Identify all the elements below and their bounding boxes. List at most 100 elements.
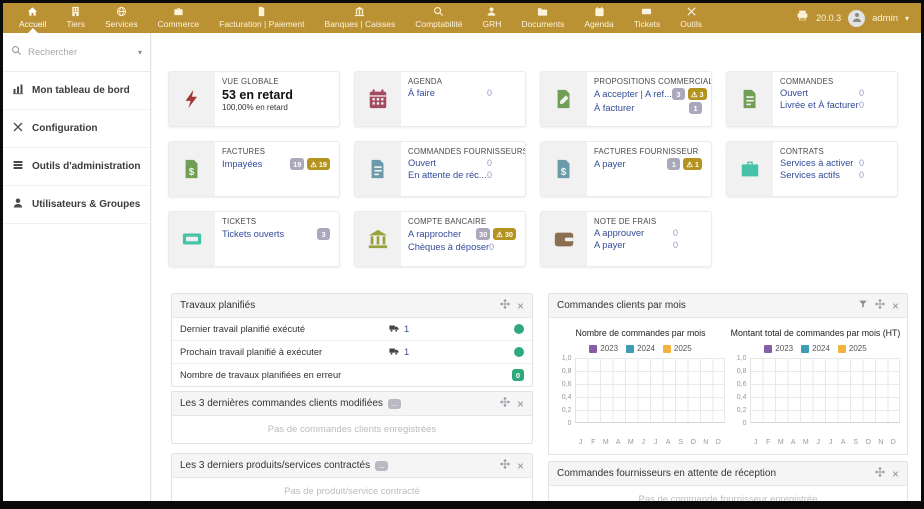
legend-swatch [838, 345, 846, 353]
menu-tab-comptabilit-[interactable]: Comptabilité [405, 3, 472, 33]
stat-link[interactable]: Tickets ouverts [222, 229, 284, 239]
stat-box-propositions-commercial-[interactable]: PROPOSITIONS COMMERCIAL...A accepter | A… [540, 71, 712, 127]
warning-badge: ⚠ 3 [688, 88, 707, 100]
stat-box-commandes[interactable]: COMMANDESOuvert0Livrée et À facturer0 [726, 71, 898, 127]
menu-tab-tickets[interactable]: Tickets [624, 3, 671, 33]
move-icon[interactable] [500, 299, 510, 312]
stat-box-contrats[interactable]: CONTRATS Services à activer 0 Services acti… [726, 141, 898, 197]
move-icon[interactable] [875, 467, 885, 480]
cronjob-count: 1 [388, 323, 506, 335]
stat-box-vue-globale[interactable]: VUE GLOBALE53 en retard100,00% en retard [168, 71, 340, 127]
stat-value: 0 [489, 242, 494, 252]
stat-link[interactable]: A accepter | A ref... [594, 89, 672, 99]
sidebar-item-mon-tableau-de-bord[interactable]: Mon tableau de bord [3, 72, 150, 110]
sidebar-item-utilisateurs-groupes[interactable]: Utilisateurs & Groupes [3, 186, 150, 224]
menu-tab-services[interactable]: Services [95, 3, 148, 33]
stat-box-line: En attente de réc...0 [408, 170, 518, 180]
filter-icon[interactable] [858, 299, 868, 312]
search-icon [11, 43, 22, 61]
legend-item[interactable]: 2024 [626, 344, 655, 353]
menu-tab-accueil[interactable]: Accueil [9, 3, 56, 33]
stat-box-factures-fournisseur[interactable]: $FACTURES FOURNISSEURA payer1⚠ 1 [540, 141, 712, 197]
cronjob-count-link[interactable]: 1 [404, 324, 409, 334]
file-pen-icon [541, 72, 587, 126]
menu-tab-outils[interactable]: Outils [670, 3, 712, 33]
stat-value: 0 [487, 170, 492, 180]
y-tick: 0,2 [557, 410, 575, 423]
close-icon[interactable]: × [517, 461, 524, 471]
x-tick: M [600, 436, 613, 446]
ellipsis-badge[interactable]: ... [388, 399, 401, 409]
search-caret-icon[interactable]: ▾ [138, 48, 142, 57]
stat-link[interactable]: A payer [594, 240, 626, 250]
stat-link[interactable]: Chèques à déposer [408, 242, 489, 252]
y-axis-ticks: 1,00,80,60,40,20 [557, 358, 575, 436]
stat-link[interactable]: À faire [408, 88, 435, 98]
close-icon[interactable]: × [892, 469, 899, 479]
stat-link[interactable]: A rapprocher [408, 229, 461, 239]
stat-box-note-de-frais[interactable]: NOTE DE FRAISA approuver0A payer0 [540, 211, 712, 267]
menu-items: AccueilTiersServicesCommerceFacturation … [9, 3, 712, 33]
menu-tab-documents[interactable]: Documents [511, 3, 574, 33]
stat-box-line: Tickets ouverts3 [222, 228, 332, 240]
ellipsis-badge[interactable]: ... [375, 461, 388, 471]
sidebar-item-configuration[interactable]: Configuration [3, 110, 150, 148]
panel-tools: × [500, 459, 524, 472]
sidebar-item-outils-d-administration[interactable]: Outils d'administration [3, 148, 150, 186]
chart-grid [750, 358, 900, 423]
close-icon[interactable]: × [517, 399, 524, 409]
stat-box-commandes-fournisseurs[interactable]: COMMANDES FOURNISSEURSOuvert0En attente … [354, 141, 526, 197]
stat-link[interactable]: À facturer [594, 103, 634, 113]
bank-icon [355, 212, 401, 266]
sidebar-item-label: Mon tableau de bord [32, 85, 130, 96]
panel-commandes-fournisseurs-attente: Commandes fournisseurs en attente de réc… [548, 461, 908, 509]
move-icon[interactable] [875, 299, 885, 312]
stat-link[interactable]: Services à activer [780, 158, 853, 168]
y-tick: 0 [732, 423, 750, 436]
menu-tab-banques-caisses[interactable]: Banques | Caisses [315, 3, 406, 33]
panel-header: Commandes fournisseurs en attente de réc… [549, 462, 907, 486]
menu-tab-grh[interactable]: GRH [472, 3, 511, 33]
stat-link[interactable]: Ouvert [408, 158, 436, 168]
user-icon [12, 197, 24, 212]
panel-header: Commandes clients par mois × [549, 294, 907, 318]
stat-box-factures[interactable]: $FACTURESImpayées19⚠ 19 [168, 141, 340, 197]
menu-tab-facturation-paiement[interactable]: Facturation | Paiement [209, 3, 314, 33]
legend-item[interactable]: 2023 [589, 344, 618, 353]
search-input[interactable] [28, 47, 118, 58]
stat-link[interactable]: Livrée et À facturer [780, 100, 859, 110]
search-box[interactable]: ▾ [3, 33, 150, 72]
stat-link[interactable]: Ouvert [780, 88, 808, 98]
legend-item[interactable]: 2025 [838, 344, 867, 353]
legend-item[interactable]: 2024 [801, 344, 830, 353]
menu-tab-commerce[interactable]: Commerce [148, 3, 210, 33]
legend-item[interactable]: 2025 [663, 344, 692, 353]
travaux-rows: Dernier travail planifié exécuté1Prochai… [172, 318, 532, 386]
move-icon[interactable] [500, 459, 510, 472]
x-tick: A [837, 436, 850, 446]
legend-swatch [589, 345, 597, 353]
user-menu-caret-icon[interactable]: ▾ [905, 14, 909, 23]
move-icon[interactable] [500, 397, 510, 410]
cronjob-count-link[interactable]: 1 [404, 347, 409, 357]
print-icon[interactable] [796, 9, 809, 27]
list-icon [12, 159, 24, 174]
user-icon [486, 6, 497, 17]
stat-link[interactable]: Impayées [222, 159, 262, 169]
stat-link[interactable]: A approuver [594, 228, 644, 238]
close-icon[interactable]: × [517, 301, 524, 311]
x-tick: J [750, 436, 763, 446]
stat-box-title: CONTRATS [780, 147, 890, 156]
stat-box-tickets[interactable]: TICKETSTickets ouverts3 [168, 211, 340, 267]
menu-tab-agenda[interactable]: Agenda [574, 3, 623, 33]
stat-link[interactable]: A payer [594, 159, 626, 169]
stat-link[interactable]: Services actifs [780, 170, 840, 180]
stat-box-compte-bancaire[interactable]: COMPTE BANCAIREA rapprocher30⚠ 30Chèques… [354, 211, 526, 267]
menu-tab-tiers[interactable]: Tiers [56, 3, 95, 33]
stat-link[interactable]: En attente de réc... [408, 170, 487, 180]
close-icon[interactable]: × [892, 301, 899, 311]
stat-box-agenda[interactable]: AGENDAÀ faire0 [354, 71, 526, 127]
stat-value: 0 [859, 170, 864, 180]
legend-item[interactable]: 2023 [764, 344, 793, 353]
avatar[interactable] [848, 10, 865, 27]
